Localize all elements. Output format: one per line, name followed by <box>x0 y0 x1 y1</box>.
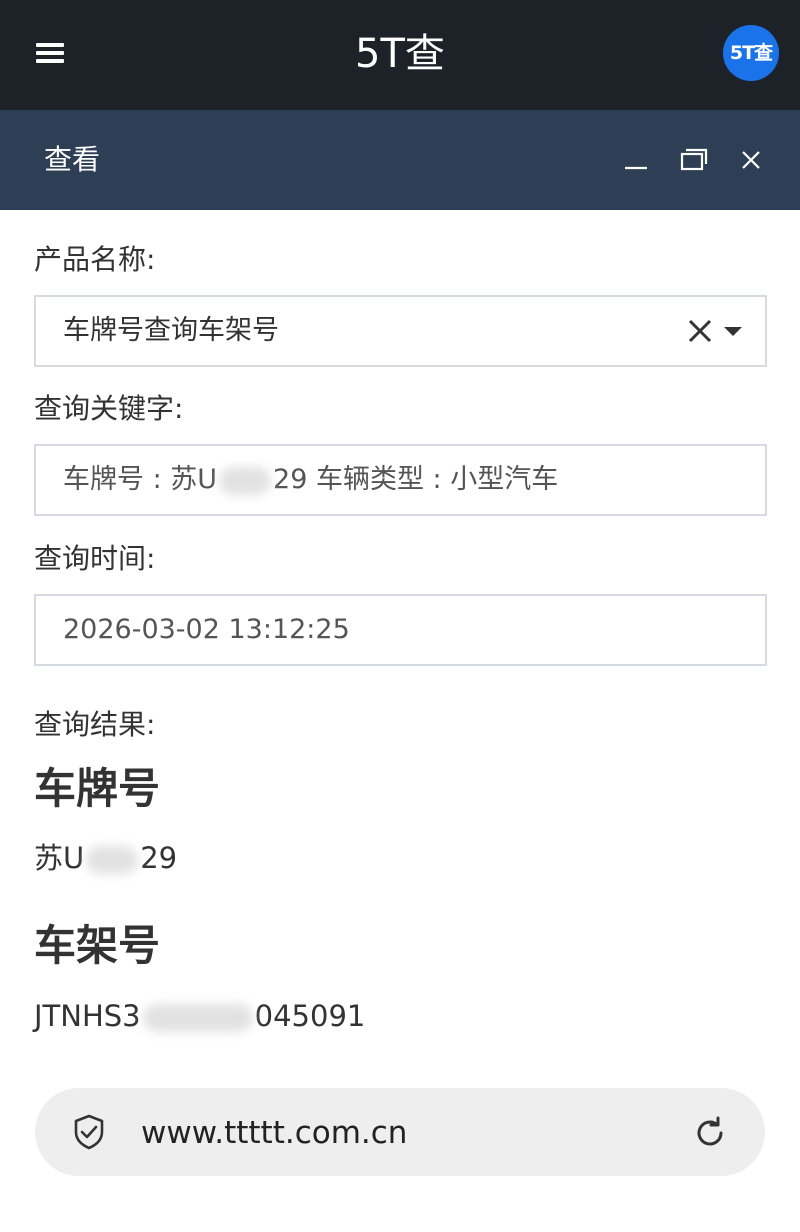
query-result-label: 查询结果: <box>34 708 156 741</box>
product-name-value: 车牌号查询车架号 <box>63 315 279 346</box>
url-text[interactable]: www.ttttt.com.cn <box>141 1112 407 1154</box>
keyword-suffix: 29 车辆类型 : 小型汽车 <box>273 464 559 495</box>
query-keyword-field[interactable]: 车牌号 : 苏U 29 车辆类型 : 小型汽车 <box>34 444 767 516</box>
vin-value: JTNHS3 045091 <box>34 996 365 1036</box>
dialog-title: 查看 <box>44 143 101 176</box>
query-keyword-value: 车牌号 : 苏U 29 车辆类型 : 小型汽车 <box>63 460 558 500</box>
vin-prefix: JTNHS3 <box>34 999 141 1033</box>
caret-down-icon[interactable] <box>724 327 742 336</box>
shield-check-icon[interactable] <box>69 1112 109 1152</box>
maximize-icon[interactable] <box>676 142 712 178</box>
browser-address-bar[interactable]: www.ttttt.com.cn <box>35 1088 765 1176</box>
redacted-mask <box>86 846 139 874</box>
app-title: 5T查 <box>355 31 445 77</box>
plate-suffix: 29 <box>140 841 178 875</box>
query-time-value: 2026-03-02 13:12:25 <box>63 614 350 645</box>
plate-number-title: 车牌号 <box>34 764 161 813</box>
app-logo[interactable]: 5T查 <box>723 25 779 81</box>
vin-title: 车架号 <box>34 921 161 970</box>
redacted-mask <box>219 466 272 495</box>
keyword-prefix: 车牌号 : 苏U <box>63 464 218 495</box>
plate-prefix: 苏U <box>34 841 85 875</box>
top-app-bar: 5T查 5T查 <box>0 0 800 110</box>
plate-number-value: 苏U 29 <box>34 838 177 878</box>
minimize-icon[interactable] <box>618 142 654 178</box>
product-name-label: 产品名称: <box>34 243 156 276</box>
query-time-label: 查询时间: <box>34 542 156 575</box>
query-time-field[interactable]: 2026-03-02 13:12:25 <box>34 594 767 666</box>
product-name-select[interactable]: 车牌号查询车架号 <box>34 295 767 367</box>
refresh-icon[interactable] <box>690 1113 730 1153</box>
vin-suffix: 045091 <box>254 999 366 1033</box>
close-icon[interactable] <box>733 142 769 178</box>
redacted-mask <box>142 1004 253 1032</box>
dialog-header: 查看 <box>0 110 800 210</box>
clear-x-icon[interactable] <box>686 317 714 345</box>
query-keyword-label: 查询关键字: <box>34 392 184 425</box>
